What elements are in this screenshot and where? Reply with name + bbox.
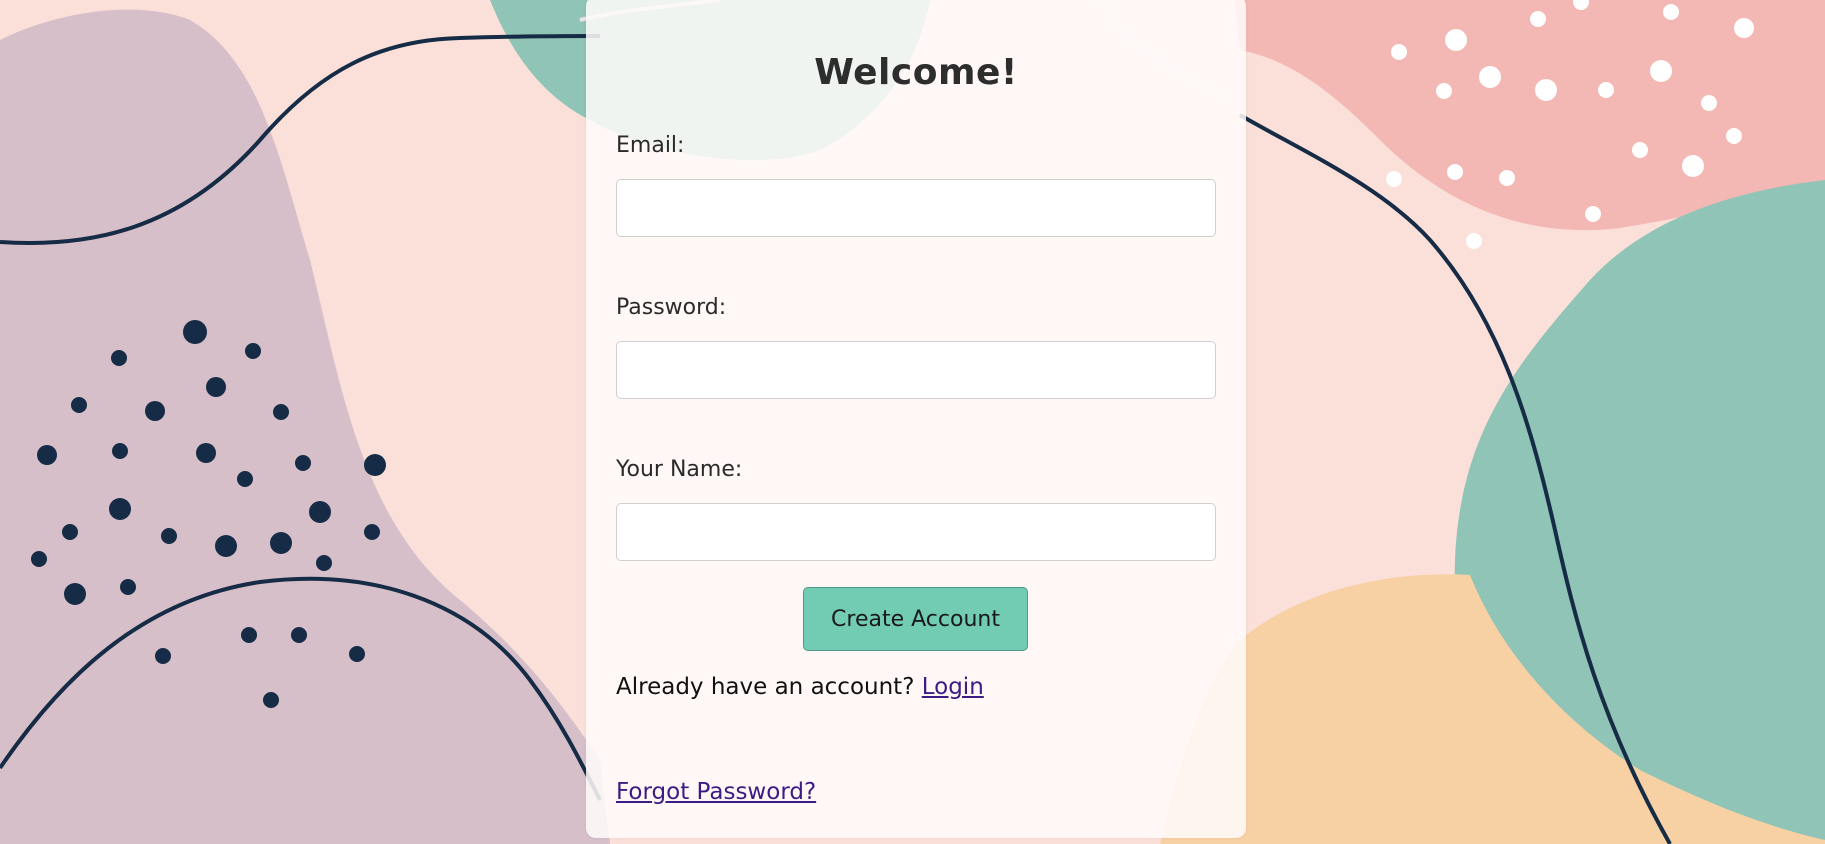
name-label: Your Name: [616, 457, 743, 482]
name-field[interactable] [616, 503, 1216, 561]
login-link[interactable]: Login [922, 674, 984, 700]
page-title: Welcome! [814, 52, 1018, 93]
login-prompt-row: Already have an account? Login [616, 674, 984, 700]
create-account-button[interactable]: Create Account [803, 587, 1028, 651]
email-field[interactable] [616, 179, 1216, 237]
mauve-blob [0, 9, 610, 844]
password-field[interactable] [616, 341, 1216, 399]
forgot-password-row: Forgot Password? [616, 779, 816, 805]
email-label: Email: [616, 133, 685, 158]
login-page: Welcome! Email: Password: Your Name: Cre… [0, 0, 1825, 844]
signup-card: Welcome! Email: Password: Your Name: Cre… [586, 0, 1246, 838]
password-label: Password: [616, 295, 727, 320]
login-prompt-text: Already have an account? [616, 674, 915, 700]
forgot-password-link[interactable]: Forgot Password? [616, 779, 816, 805]
